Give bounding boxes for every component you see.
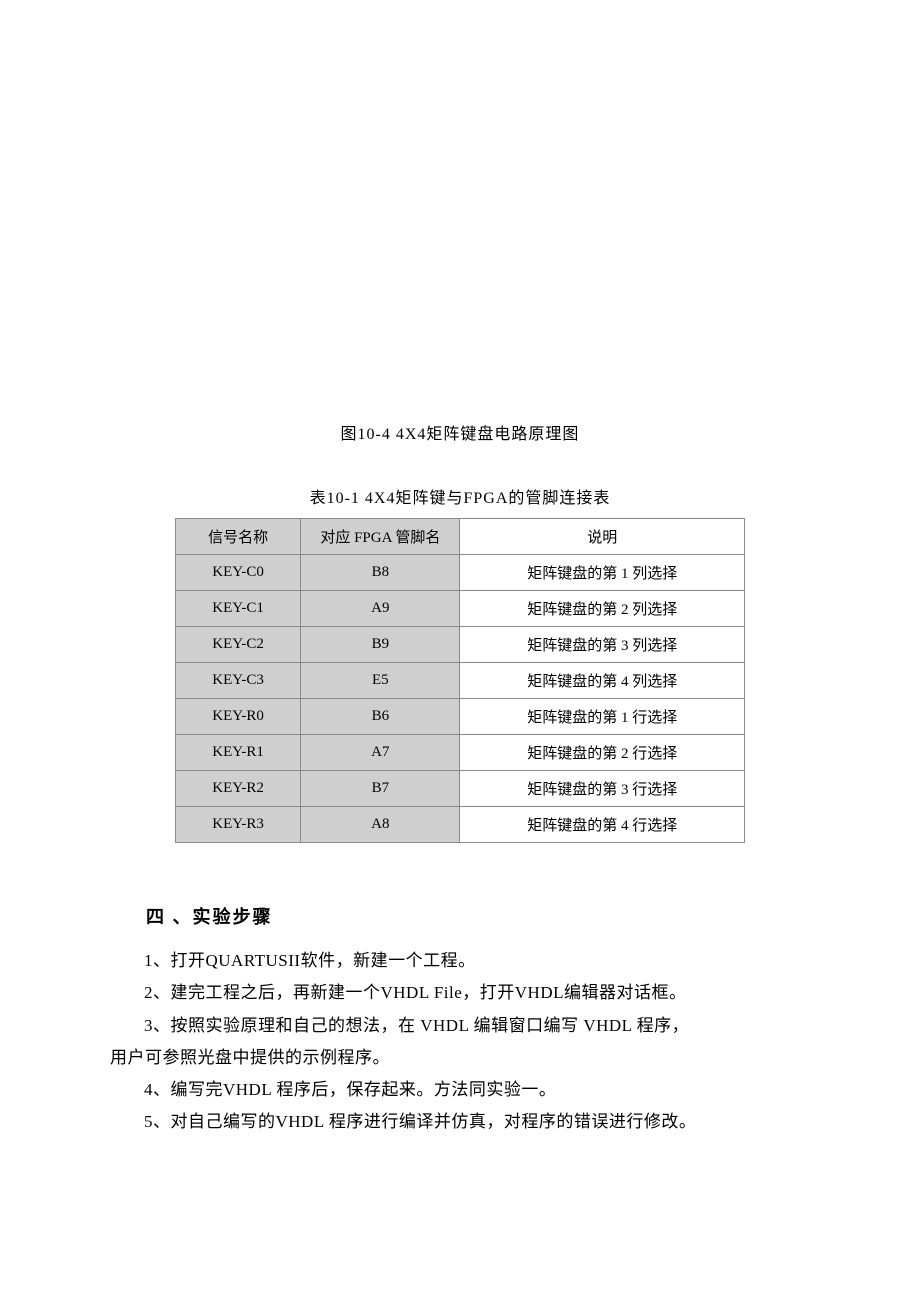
- table-caption: 表10-1 4X4矩阵键与FPGA的管脚连接表: [110, 484, 810, 508]
- pin-table: 信号名称 对应 FPGA 管脚名 说明 KEY-C0 B8 矩阵键盘的第 1 列…: [175, 518, 745, 843]
- table-header-row: 信号名称 对应 FPGA 管脚名 说明: [176, 519, 745, 555]
- table-row: KEY-C1 A9 矩阵键盘的第 2 列选择: [176, 591, 745, 627]
- cell-pin: B9: [301, 627, 460, 663]
- figure-caption: 图10-4 4X4矩阵键盘电路原理图: [110, 420, 810, 444]
- step-4: 4、编写完VHDL 程序后，保存起来。方法同实验一。: [110, 1074, 810, 1106]
- table-header-signal: 信号名称: [176, 519, 301, 555]
- cell-desc: 矩阵键盘的第 2 行选择: [460, 735, 745, 771]
- table-row: KEY-R2 B7 矩阵键盘的第 3 行选择: [176, 771, 745, 807]
- figure-placeholder: [110, 80, 810, 420]
- cell-signal: KEY-C3: [176, 663, 301, 699]
- cell-signal: KEY-C0: [176, 555, 301, 591]
- step-5: 5、对自己编写的VHDL 程序进行编译并仿真，对程序的错误进行修改。: [110, 1106, 810, 1138]
- table-header-pin: 对应 FPGA 管脚名: [301, 519, 460, 555]
- cell-desc: 矩阵键盘的第 1 列选择: [460, 555, 745, 591]
- cell-signal: KEY-R2: [176, 771, 301, 807]
- cell-signal: KEY-R3: [176, 807, 301, 843]
- cell-pin: A7: [301, 735, 460, 771]
- cell-signal: KEY-R0: [176, 699, 301, 735]
- cell-pin: B6: [301, 699, 460, 735]
- step-3-line1: 3、按照实验原理和自己的想法，在 VHDL 编辑窗口编写 VHDL 程序，: [110, 1010, 810, 1042]
- page-content: 图10-4 4X4矩阵键盘电路原理图 表10-1 4X4矩阵键与FPGA的管脚连…: [0, 0, 920, 1199]
- step-1: 1、打开QUARTUSII软件，新建一个工程。: [110, 945, 810, 977]
- cell-desc: 矩阵键盘的第 1 行选择: [460, 699, 745, 735]
- table-row: KEY-R0 B6 矩阵键盘的第 1 行选择: [176, 699, 745, 735]
- cell-pin: B7: [301, 771, 460, 807]
- section-title: 四 、实验步骤: [110, 903, 810, 929]
- cell-desc: 矩阵键盘的第 4 行选择: [460, 807, 745, 843]
- step-3-line2: 用户可参照光盘中提供的示例程序。: [110, 1042, 810, 1074]
- cell-pin: B8: [301, 555, 460, 591]
- cell-desc: 矩阵键盘的第 4 列选择: [460, 663, 745, 699]
- table-row: KEY-C3 E5 矩阵键盘的第 4 列选择: [176, 663, 745, 699]
- cell-pin: A8: [301, 807, 460, 843]
- cell-signal: KEY-R1: [176, 735, 301, 771]
- table-row: KEY-R3 A8 矩阵键盘的第 4 行选择: [176, 807, 745, 843]
- table-header-desc: 说明: [460, 519, 745, 555]
- cell-desc: 矩阵键盘的第 2 列选择: [460, 591, 745, 627]
- cell-desc: 矩阵键盘的第 3 行选择: [460, 771, 745, 807]
- cell-desc: 矩阵键盘的第 3 列选择: [460, 627, 745, 663]
- step-2: 2、建完工程之后，再新建一个VHDL File，打开VHDL编辑器对话框。: [110, 977, 810, 1009]
- cell-signal: KEY-C1: [176, 591, 301, 627]
- cell-pin: A9: [301, 591, 460, 627]
- cell-pin: E5: [301, 663, 460, 699]
- table-row: KEY-C0 B8 矩阵键盘的第 1 列选择: [176, 555, 745, 591]
- table-row: KEY-C2 B9 矩阵键盘的第 3 列选择: [176, 627, 745, 663]
- table-row: KEY-R1 A7 矩阵键盘的第 2 行选择: [176, 735, 745, 771]
- cell-signal: KEY-C2: [176, 627, 301, 663]
